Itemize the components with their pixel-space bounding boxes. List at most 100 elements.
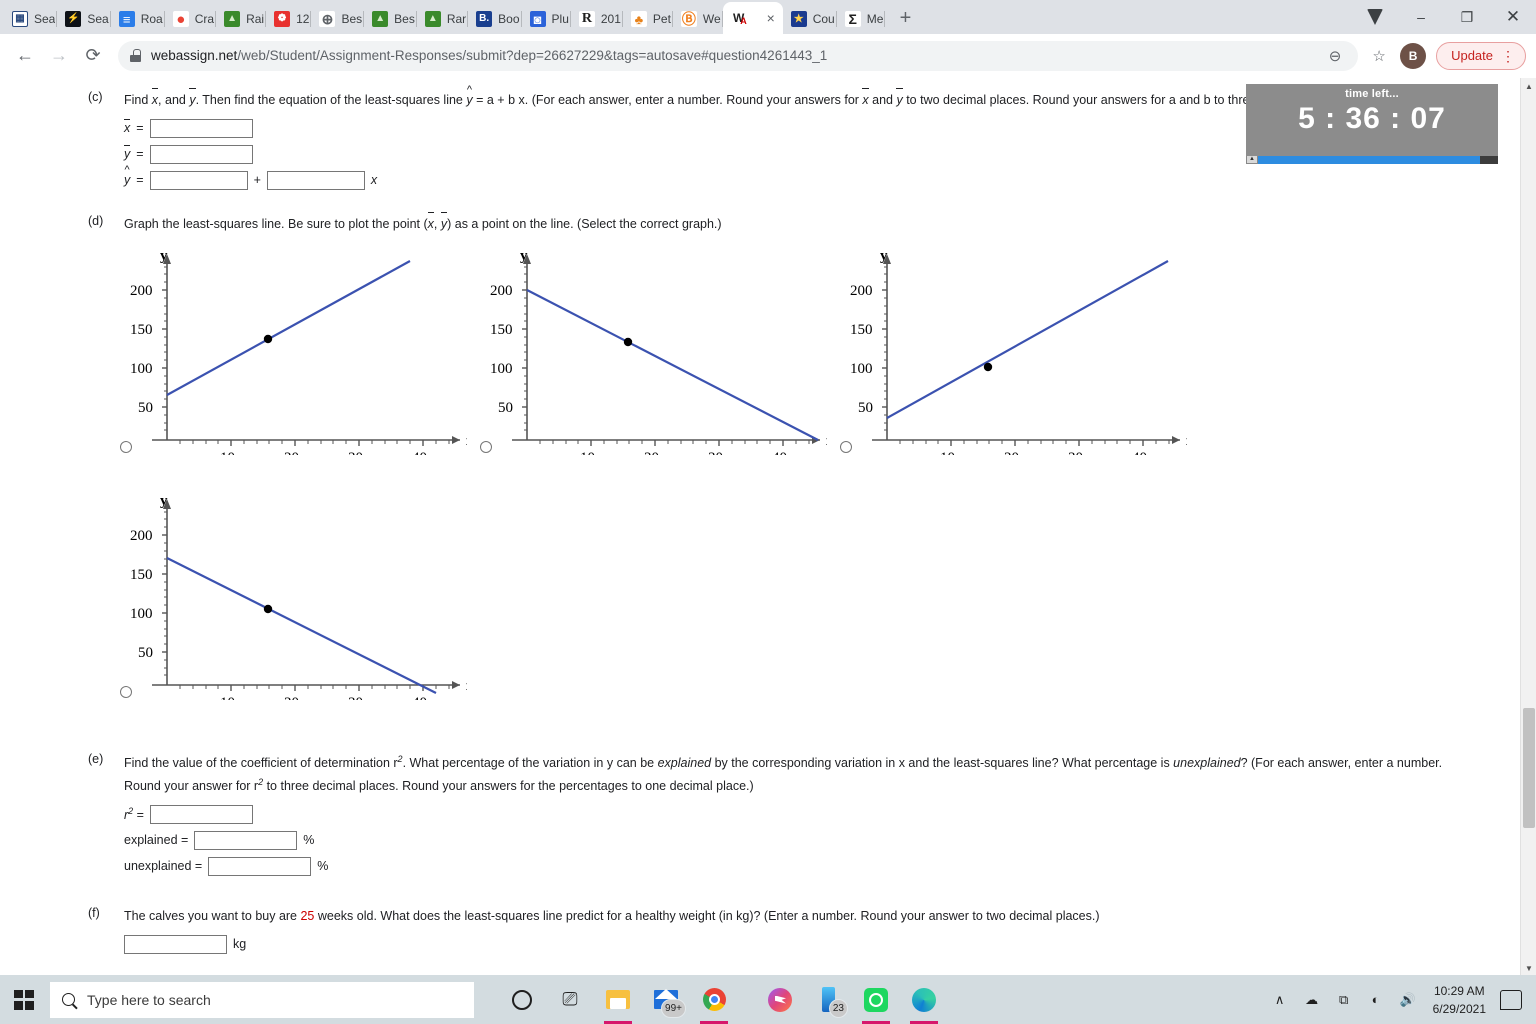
xbar-input[interactable] — [149, 118, 253, 138]
ybar-input[interactable] — [149, 144, 253, 164]
mail-icon[interactable]: 99+ — [644, 975, 688, 1024]
unexplained-input[interactable] — [208, 856, 312, 876]
scroll-up-arrow[interactable]: ▲ — [1521, 78, 1536, 94]
graph-d-xtick-40: 40 — [412, 695, 427, 700]
graph-b-ytick-150: 150 — [490, 322, 513, 338]
forward-icon[interactable]: → — [44, 41, 74, 71]
minimize-button[interactable]: – — [1398, 0, 1444, 34]
search-input[interactable]: Type here to search — [50, 981, 474, 1018]
screenshot-icon[interactable]: ⧉ — [1329, 975, 1359, 1024]
tab-7[interactable]: ▲ Bes — [364, 4, 417, 34]
tab-16[interactable]: Σ Me — [837, 4, 886, 34]
percent-sign: % — [303, 833, 315, 848]
tab-10[interactable]: ◙ Plu — [522, 4, 572, 34]
tab-4[interactable]: ▲ Rai — [216, 4, 267, 34]
new-tab-button[interactable]: + — [891, 4, 919, 32]
kebab-menu-icon[interactable]: ⋮ — [1501, 49, 1515, 63]
tab-5[interactable]: ❁ 12 — [266, 4, 312, 34]
edge-icon[interactable] — [902, 975, 946, 1024]
close-icon[interactable]: × — [763, 10, 779, 26]
close-window-button[interactable]: ✕ — [1490, 0, 1536, 34]
messenger-icon[interactable] — [758, 975, 802, 1024]
tab-title: We — [702, 12, 721, 26]
graph-option-d[interactable]: y x 200 150 100 50 — [112, 485, 472, 700]
tab-11[interactable]: R 201 — [571, 4, 623, 34]
percent-sign: % — [317, 859, 329, 874]
tab-webassign-active[interactable]: WA × — [722, 2, 783, 34]
cortana-icon[interactable] — [500, 975, 544, 1024]
tab-2[interactable]: ≡ Roa — [111, 4, 165, 34]
explained-input[interactable] — [194, 830, 298, 850]
graph-b-ytick-100: 100 — [490, 361, 513, 377]
onedrive-icon[interactable]: ☁ — [1297, 975, 1327, 1024]
tab-12[interactable]: ♣ Pet — [623, 4, 673, 34]
avatar[interactable]: B — [1400, 42, 1427, 69]
spotify-icon[interactable] — [854, 975, 898, 1024]
taskbar-clock[interactable]: 10:29 AM 6/29/2021 — [1425, 982, 1494, 1018]
graph-a-mean-point — [263, 334, 273, 343]
reload-icon[interactable]: ⟳ — [78, 41, 108, 71]
yhat-answer-row: y = + x — [124, 170, 1520, 190]
star-icon[interactable]: ☆ — [1368, 45, 1390, 67]
zoom-out-icon[interactable]: ⊖ — [1324, 45, 1346, 67]
graph-c-svg: y x 200 150 100 50 — [850, 248, 1187, 455]
tab-1[interactable]: ⚡ Sea — [57, 4, 112, 34]
part-e-label: (e) — [88, 751, 104, 766]
tab-8[interactable]: ▲ Rar — [417, 4, 469, 34]
address-bar[interactable]: webassign.net/web/Student/Assignment-Res… — [118, 40, 1359, 71]
graph-option-b[interactable]: y x 200 150 100 50 — [472, 240, 832, 455]
part-e-text: Find the value of the coefficient of det… — [124, 753, 1443, 793]
back-icon[interactable]: ← — [10, 41, 40, 71]
graph-b-xtick-20: 20 — [644, 450, 659, 455]
question-part-e: (e) Find the value of the coefficient of… — [0, 748, 1520, 876]
blue-circle-icon: ◙ — [529, 11, 546, 27]
graph-a-radio[interactable] — [120, 440, 132, 453]
graph-a-xlabel: x — [466, 434, 467, 449]
file-explorer-icon[interactable] — [596, 975, 640, 1024]
tab-13[interactable]: Ⓑ We — [673, 4, 723, 34]
chrome-icon[interactable] — [692, 975, 736, 1024]
tab-9[interactable]: B. Boo — [468, 4, 522, 34]
task-view-icon[interactable]: ⎚ — [548, 975, 592, 1024]
tab-15[interactable]: ★ Cou — [783, 4, 837, 34]
scroll-down-arrow[interactable]: ▼ — [1521, 960, 1536, 976]
graph-c-xtick-10: 10 — [940, 450, 955, 455]
update-label: Update — [1451, 48, 1493, 63]
b-coefficient-input[interactable] — [266, 170, 365, 190]
notification-icon[interactable] — [1500, 989, 1522, 1010]
tab-0[interactable]: ▦ Sea — [4, 4, 58, 34]
tab-title: Me — [866, 12, 884, 26]
pc-t3: . Then find the equation of the least-sq… — [195, 93, 467, 107]
graph-b-line — [526, 288, 819, 441]
bold-b-icon: B. — [476, 11, 493, 27]
question-part-f: (f) The calves you want to buy are 25 we… — [0, 902, 1520, 954]
graph-b-radio[interactable] — [480, 440, 492, 453]
pd-t1: Graph the least-squares line. Be sure to… — [124, 216, 428, 231]
volume-icon[interactable]: 🔊 — [1393, 975, 1423, 1024]
graph-options-row-1: y x 200 150 100 50 — [0, 240, 1520, 455]
gray-globe-icon: ⊕ — [319, 11, 336, 27]
graph-option-a[interactable]: y x 200 150 100 50 — [112, 240, 472, 455]
weight-input[interactable] — [124, 934, 227, 954]
phone-link-icon[interactable]: 23 — [806, 975, 850, 1024]
lightning-icon: ⚡ — [65, 11, 82, 27]
chevron-down-icon[interactable] — [1352, 0, 1398, 34]
update-button[interactable]: Update ⋮ — [1436, 41, 1526, 70]
tab-title: Roa — [140, 12, 163, 26]
windows-start-icon[interactable] — [0, 975, 48, 1024]
show-hidden-icons[interactable]: ∧ — [1265, 975, 1295, 1024]
a-coefficient-input[interactable] — [149, 170, 248, 190]
graph-a-xtick-10: 10 — [220, 450, 235, 455]
page-scrollbar[interactable]: ▲ ▼ — [1520, 78, 1536, 976]
tab-6[interactable]: ⊕ Bes — [311, 4, 364, 34]
wifi-icon[interactable]: ◐ — [1361, 975, 1391, 1024]
maximize-button[interactable]: ❐ — [1444, 0, 1490, 34]
graph-a-svg: y x 200 150 100 50 — [130, 248, 467, 455]
tab-3[interactable]: ● Cra — [165, 4, 217, 34]
scroll-thumb[interactable] — [1523, 708, 1535, 828]
r2-input[interactable] — [149, 804, 253, 824]
graph-option-c[interactable]: y x 200 150 100 50 — [832, 240, 1192, 455]
xbar-symbol: x — [124, 119, 131, 136]
graph-d-radio[interactable] — [120, 685, 132, 698]
graph-c-radio[interactable] — [840, 440, 852, 453]
